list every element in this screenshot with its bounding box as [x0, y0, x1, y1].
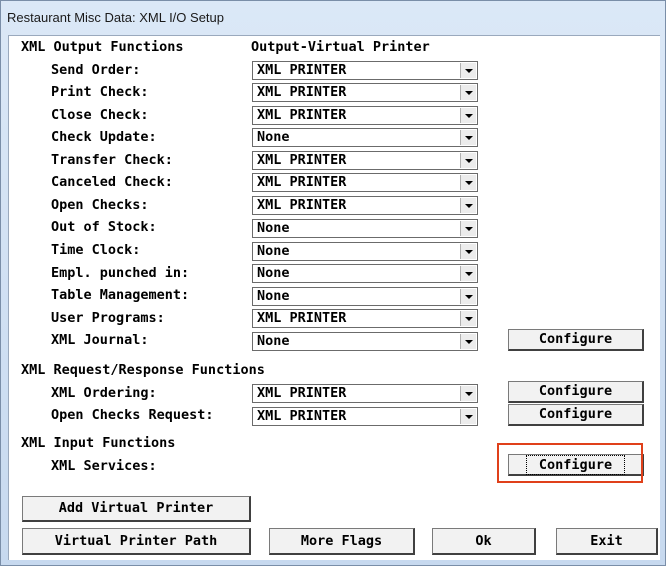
- time-clock-select[interactable]: None: [252, 242, 478, 261]
- ok-button[interactable]: Ok: [432, 528, 536, 555]
- chevron-down-icon[interactable]: [460, 266, 476, 281]
- chevron-down-icon[interactable]: [460, 311, 476, 326]
- chevron-down-icon[interactable]: [460, 63, 476, 78]
- open-checks-select[interactable]: XML PRINTER: [252, 196, 478, 215]
- open-checks-request-select[interactable]: XML PRINTER: [252, 407, 478, 426]
- xml-ordering-configure-button[interactable]: Configure: [508, 381, 644, 403]
- exit-button[interactable]: Exit: [556, 528, 658, 555]
- open-checks-label: Open Checks:: [51, 197, 149, 213]
- close-check-select[interactable]: XML PRINTER: [252, 106, 478, 125]
- xml-journal-select[interactable]: None: [252, 332, 478, 351]
- chevron-down-icon[interactable]: [460, 175, 476, 190]
- canceled-check-label: Canceled Check:: [51, 174, 173, 190]
- user-programs-value: XML PRINTER: [257, 310, 347, 326]
- chevron-down-icon[interactable]: [460, 289, 476, 304]
- print-check-value: XML PRINTER: [257, 84, 347, 100]
- chevron-down-icon[interactable]: [460, 244, 476, 259]
- table-management-value: None: [257, 288, 290, 304]
- send-order-label: Send Order:: [51, 62, 141, 78]
- chevron-down-icon[interactable]: [460, 85, 476, 100]
- xml-journal-value: None: [257, 333, 290, 349]
- xml-services-label: XML Services:: [51, 458, 157, 474]
- more-flags-button[interactable]: More Flags: [269, 528, 415, 555]
- request-section-header: XML Request/Response Functions: [21, 362, 265, 378]
- table-management-select[interactable]: None: [252, 287, 478, 306]
- canceled-check-select[interactable]: XML PRINTER: [252, 173, 478, 192]
- close-check-label: Close Check:: [51, 107, 149, 123]
- send-order-value: XML PRINTER: [257, 62, 347, 78]
- transfer-check-label: Transfer Check:: [51, 152, 173, 168]
- xml-journal-configure-button[interactable]: Configure: [508, 329, 644, 351]
- chevron-down-icon[interactable]: [460, 386, 476, 401]
- empl-punched-in-select[interactable]: None: [252, 264, 478, 283]
- time-clock-label: Time Clock:: [51, 242, 141, 258]
- open-checks-request-value: XML PRINTER: [257, 408, 347, 424]
- user-programs-label: User Programs:: [51, 310, 165, 326]
- highlight-annotation-box: [497, 443, 643, 483]
- add-virtual-printer-button[interactable]: Add Virtual Printer: [22, 496, 251, 522]
- chevron-down-icon[interactable]: [460, 409, 476, 424]
- canceled-check-value: XML PRINTER: [257, 174, 347, 190]
- out-of-stock-select[interactable]: None: [252, 219, 478, 238]
- close-check-value: XML PRINTER: [257, 107, 347, 123]
- print-check-label: Print Check:: [51, 84, 149, 100]
- out-of-stock-value: None: [257, 220, 290, 236]
- virtual-printer-path-button[interactable]: Virtual Printer Path: [22, 528, 251, 555]
- chevron-down-icon[interactable]: [460, 130, 476, 145]
- xml-io-setup-window: Restaurant Misc Data: XML I/O Setup XML …: [0, 0, 666, 566]
- table-management-label: Table Management:: [51, 287, 190, 303]
- xml-ordering-label: XML Ordering:: [51, 385, 157, 401]
- open-checks-request-label: Open Checks Request:: [51, 407, 214, 423]
- open-checks-request-configure-button[interactable]: Configure: [508, 404, 644, 426]
- check-update-value: None: [257, 129, 290, 145]
- check-update-label: Check Update:: [51, 129, 157, 145]
- xml-ordering-value: XML PRINTER: [257, 385, 347, 401]
- chevron-down-icon[interactable]: [460, 108, 476, 123]
- chevron-down-icon[interactable]: [460, 334, 476, 349]
- send-order-select[interactable]: XML PRINTER: [252, 61, 478, 80]
- out-of-stock-label: Out of Stock:: [51, 219, 157, 235]
- xml-journal-label: XML Journal:: [51, 332, 149, 348]
- chevron-down-icon[interactable]: [460, 221, 476, 236]
- open-checks-value: XML PRINTER: [257, 197, 347, 213]
- input-section-header: XML Input Functions: [21, 435, 176, 451]
- add-virtual-printer-label: Add Virtual Printer: [58, 500, 214, 516]
- transfer-check-select[interactable]: XML PRINTER: [252, 151, 478, 170]
- output-section-header: XML Output Functions: [21, 39, 184, 55]
- output-column-header: Output-Virtual Printer: [251, 39, 430, 55]
- empl-punched-in-value: None: [257, 265, 290, 281]
- check-update-select[interactable]: None: [252, 128, 478, 147]
- xml-ordering-select[interactable]: XML PRINTER: [252, 384, 478, 403]
- transfer-check-value: XML PRINTER: [257, 152, 347, 168]
- empl-punched-in-label: Empl. punched in:: [51, 265, 190, 281]
- chevron-down-icon[interactable]: [460, 153, 476, 168]
- window-title: Restaurant Misc Data: XML I/O Setup: [7, 10, 224, 25]
- user-programs-select[interactable]: XML PRINTER: [252, 309, 478, 328]
- time-clock-value: None: [257, 243, 290, 259]
- chevron-down-icon[interactable]: [460, 198, 476, 213]
- print-check-select[interactable]: XML PRINTER: [252, 83, 478, 102]
